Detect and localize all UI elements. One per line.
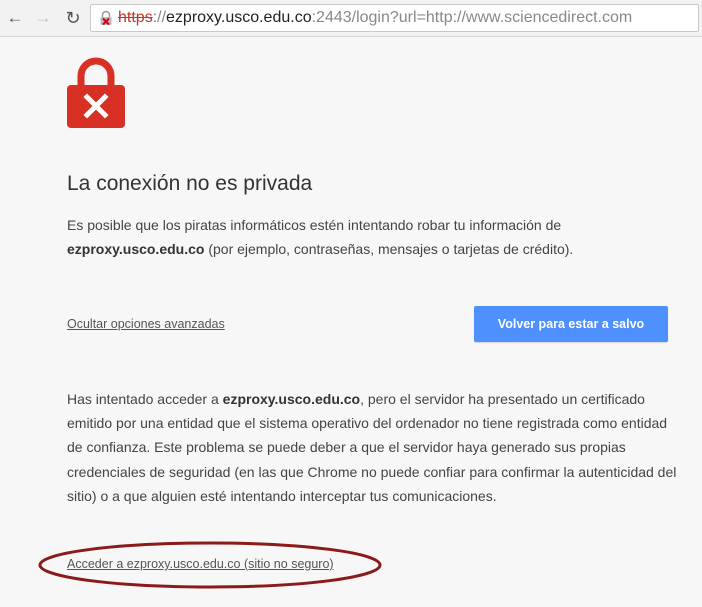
url-text: https://ezproxy.usco.edu.co:2443/login?u… — [118, 5, 632, 31]
browser-toolbar: ← → ↻ https://ezproxy.usco.edu.co:2443/l… — [0, 0, 702, 37]
url-scheme: https — [118, 9, 153, 26]
url-path: :2443/login?url=http://www.sciencedirect… — [311, 9, 633, 26]
forward-arrow-icon[interactable]: → — [33, 8, 53, 28]
reload-icon[interactable]: ↻ — [63, 8, 83, 28]
details-text: Has intentado acceder a ezproxy.usco.edu… — [67, 387, 677, 508]
annotation-ellipse — [38, 541, 382, 589]
back-arrow-icon[interactable]: ← — [5, 8, 25, 28]
hide-advanced-link[interactable]: Ocultar opciones avanzadas — [67, 317, 225, 331]
url-separator: :// — [152, 9, 167, 26]
intro-part1: Es posible que los piratas informáticos … — [67, 217, 562, 233]
url-host: ezproxy.usco.edu.co — [166, 9, 312, 26]
red-lock-icon — [67, 57, 125, 128]
details-part2: , pero el servidor ha presentado un cert… — [67, 391, 677, 504]
address-bar[interactable]: https://ezproxy.usco.edu.co:2443/login?u… — [90, 4, 699, 32]
page-title: La conexión no es privada — [67, 172, 313, 195]
details-host: ezproxy.usco.edu.co — [222, 391, 361, 407]
intro-text: Es posible que los piratas informáticos … — [67, 213, 657, 261]
back-to-safety-button[interactable]: Volver para estar a salvo — [474, 306, 668, 342]
intro-host: ezproxy.usco.edu.co — [67, 241, 205, 257]
intro-part2: (por ejemplo, contraseñas, mensajes o ta… — [204, 241, 574, 257]
insecure-lock-icon[interactable] — [99, 10, 113, 26]
details-part1: Has intentado acceder a — [67, 391, 223, 407]
